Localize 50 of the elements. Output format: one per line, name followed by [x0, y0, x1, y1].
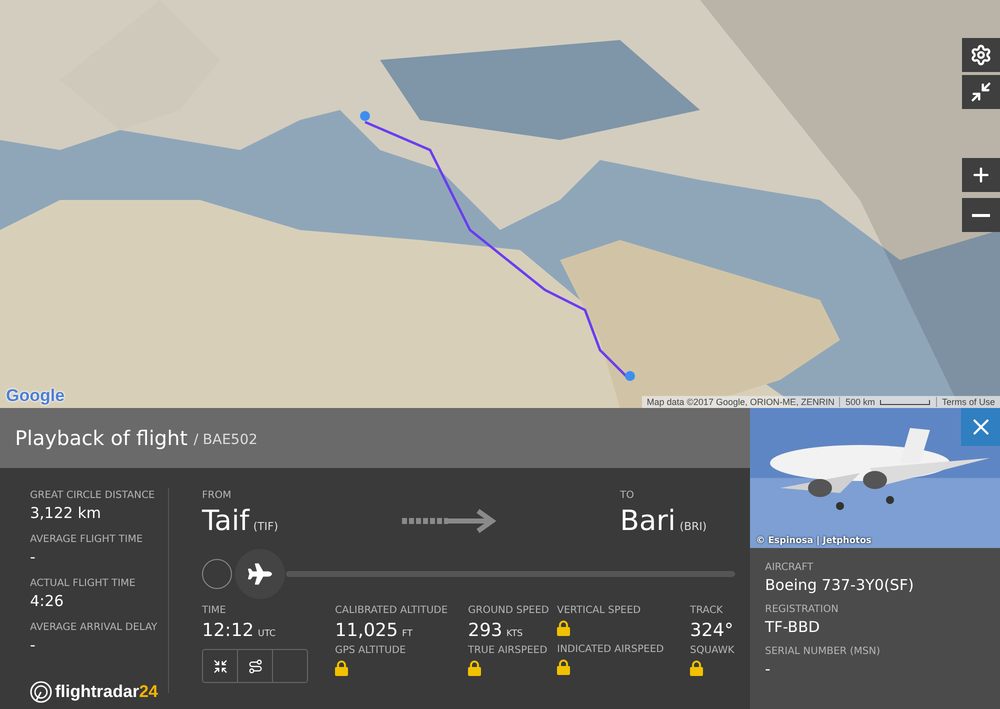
destination-city: Bari: [620, 504, 676, 537]
lock-icon: [468, 660, 481, 676]
route-icon: [248, 658, 262, 674]
detail-label: SERIAL NUMBER (MSN): [765, 645, 882, 659]
stat-value: -: [30, 548, 36, 566]
compress-icon: [212, 658, 228, 674]
lock-icon: [557, 659, 570, 675]
metric-label: GROUND SPEED: [468, 604, 550, 618]
stat-value: -: [30, 636, 36, 654]
stat-value: 4:26: [30, 592, 65, 610]
panel-title: Playback of flight: [15, 426, 188, 450]
lock-icon: [557, 620, 570, 636]
brand-name: flightradar24: [55, 682, 158, 702]
metric-value: 293 KTS: [468, 620, 524, 641]
playback-thumb[interactable]: [235, 549, 285, 599]
playback-slider[interactable]: [235, 549, 735, 599]
from-label: FROM: [202, 489, 232, 503]
arrow-icon: [402, 509, 496, 533]
stat-label: GREAT CIRCLE DISTANCE: [30, 489, 156, 503]
radar-icon: [30, 681, 52, 703]
metric-label: GPS ALTITUDE: [335, 644, 407, 658]
detail-value: Boeing 737-3Y0(SF): [765, 576, 915, 594]
metric-value: 12:12 UTC: [202, 620, 277, 641]
stat-label: ACTUAL FLIGHT TIME: [30, 577, 136, 591]
detail-value: TF-BBD: [765, 618, 821, 636]
metric-label: CALIBRATED ALTITUDE: [335, 604, 449, 618]
metric-label: TRACK: [690, 604, 724, 618]
metric-label: INDICATED AIRSPEED: [557, 643, 665, 657]
close-button[interactable]: [961, 408, 1000, 446]
detail-label: REGISTRATION: [765, 603, 840, 617]
metric-label: TRUE AIRSPEED: [468, 644, 548, 658]
detail-label: AIRCRAFT: [765, 561, 814, 575]
lock-icon: [335, 660, 348, 676]
metric-value: 11,025 FT: [335, 620, 414, 641]
metric-label: VERTICAL SPEED: [557, 604, 642, 618]
stat-label: AVERAGE FLIGHT TIME: [30, 533, 144, 547]
play-button[interactable]: [202, 559, 232, 589]
metric-label: TIME: [202, 604, 228, 618]
to-label: TO: [620, 489, 635, 503]
metric-value: 324°: [690, 620, 734, 641]
detail-value: -: [765, 660, 772, 678]
origin-code: (TIF): [253, 520, 278, 533]
flight-number: / BAE502: [194, 432, 258, 448]
photo-credit: © Espinosa | Jetphotos: [756, 536, 872, 546]
destination-code: (BRI): [680, 520, 707, 533]
lock-icon: [690, 660, 703, 676]
stat-value: 3,122 km: [30, 504, 102, 522]
metric-label: SQUAWK: [690, 644, 736, 658]
origin-city: Taif: [202, 504, 250, 537]
stat-label: AVERAGE ARRIVAL DELAY: [30, 621, 158, 635]
